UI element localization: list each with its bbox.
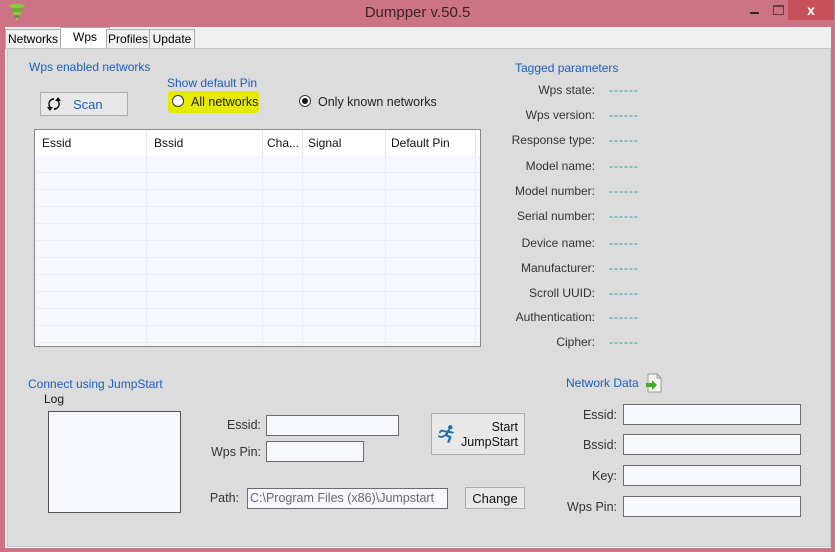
table-row[interactable] (35, 224, 480, 241)
networks-table[interactable]: Essid Bssid Cha... Signal Default Pin (34, 129, 481, 347)
running-man-icon (437, 425, 454, 444)
tagged-param-label: Serial number: (516, 209, 595, 223)
tagged-param-value: ------ (609, 209, 639, 223)
nd-key-label: Key: (591, 469, 617, 483)
nd-wps-pin-label: Wps Pin: (566, 500, 617, 514)
nd-wps-pin-input[interactable] (623, 496, 801, 517)
tab-wps[interactable]: Wps (60, 27, 110, 50)
tagged-param-value: ------ (609, 108, 639, 122)
tagged-param-value: ------ (609, 236, 639, 250)
js-essid-input[interactable] (266, 415, 399, 436)
column-default-pin[interactable]: Default Pin (386, 130, 476, 156)
jumpstart-group-title: Connect using JumpStart (28, 377, 163, 391)
nd-key-input[interactable] (623, 465, 801, 486)
tagged-param-label: Device name: (521, 236, 595, 250)
column-signal[interactable]: Signal (303, 130, 386, 156)
js-wps-pin-input[interactable] (266, 441, 364, 462)
tab-profiles[interactable]: Profiles (106, 29, 150, 49)
log-label: Log (44, 392, 65, 406)
jumpstart-label: JumpStart (461, 435, 518, 449)
minimize-button[interactable] (742, 0, 766, 20)
grid-line (302, 156, 303, 346)
title-bar: Dumpper v.50.5 x (0, 0, 835, 27)
tab-networks[interactable]: Networks (5, 29, 61, 49)
tagged-param-label: Model name: (525, 159, 595, 173)
tagged-param-value: ------ (609, 261, 639, 275)
column-bssid[interactable]: Bssid (147, 130, 263, 156)
start-label: Start (491, 420, 518, 434)
table-row[interactable] (35, 309, 480, 326)
close-icon: x (807, 2, 815, 18)
tagged-param-value: ------ (609, 133, 639, 147)
only-known-networks-radio[interactable] (299, 95, 311, 107)
export-file-icon[interactable] (645, 373, 663, 393)
tagged-param-value: ------ (609, 159, 639, 173)
tagged-param-label: Scroll UUID: (528, 286, 595, 300)
grid-line (146, 156, 147, 346)
tagged-param-value: ------ (609, 335, 639, 349)
tagged-param-label: Cipher: (556, 335, 595, 349)
nd-essid-input[interactable] (623, 404, 801, 425)
show-default-pin-label: Show default Pin (167, 76, 258, 90)
tab-update[interactable]: Update (149, 29, 195, 49)
refresh-icon (47, 97, 61, 111)
table-row[interactable] (35, 326, 480, 343)
nd-bssid-label: Bssid: (582, 438, 617, 452)
nd-bssid-input[interactable] (623, 434, 801, 455)
table-row[interactable] (35, 190, 480, 207)
tagged-param-label: Model number: (514, 184, 595, 198)
table-row[interactable] (35, 292, 480, 309)
tagged-param-label: Wps state: (538, 83, 595, 97)
tagged-param-label: Manufacturer: (520, 261, 595, 275)
log-textbox[interactable] (48, 411, 181, 513)
network-data-title: Network Data (566, 376, 639, 390)
nd-essid-label: Essid: (582, 408, 617, 422)
tagged-parameters-title: Tagged parameters (515, 61, 619, 75)
start-jumpstart-button[interactable]: Start JumpStart (431, 413, 525, 455)
grid-line (385, 156, 386, 346)
table-row[interactable] (35, 241, 480, 258)
column-essid[interactable]: Essid (35, 130, 147, 156)
all-networks-radio[interactable] (172, 95, 184, 107)
minimize-icon (749, 12, 759, 14)
scan-button-label: Scan (73, 96, 103, 112)
tagged-param-value: ------ (609, 83, 639, 97)
wps-group-title: Wps enabled networks (29, 60, 151, 74)
tagged-param-value: ------ (609, 184, 639, 198)
only-known-networks-label[interactable]: Only known networks (318, 95, 437, 109)
tagged-param-label: Wps version: (525, 108, 595, 122)
tagged-param-value: ------ (609, 286, 639, 300)
all-networks-label[interactable]: All networks (191, 95, 258, 109)
table-row[interactable] (35, 275, 480, 292)
js-essid-label: Essid: (226, 418, 261, 432)
maximize-icon (772, 5, 784, 15)
table-header: Essid Bssid Cha... Signal Default Pin (35, 130, 480, 156)
grid-line (262, 156, 263, 346)
table-row[interactable] (35, 207, 480, 224)
path-input[interactable]: C:\Program Files (x86)\Jumpstart (247, 488, 448, 509)
close-button[interactable]: x (788, 0, 834, 20)
tagged-param-label: Authentication: (515, 310, 595, 324)
table-row[interactable] (35, 258, 480, 275)
scan-button[interactable]: Scan (40, 92, 128, 116)
grid-line (475, 156, 476, 346)
tagged-param-value: ------ (609, 310, 639, 324)
column-channel[interactable]: Cha... (263, 130, 303, 156)
table-row[interactable] (35, 173, 480, 190)
path-label: Path: (209, 491, 239, 505)
tagged-param-label: Response type: (511, 133, 595, 147)
window-title: Dumpper v.50.5 (364, 4, 471, 21)
js-wps-pin-label: Wps Pin: (210, 445, 261, 459)
change-path-button[interactable]: Change (465, 487, 525, 509)
table-row[interactable] (35, 156, 480, 173)
